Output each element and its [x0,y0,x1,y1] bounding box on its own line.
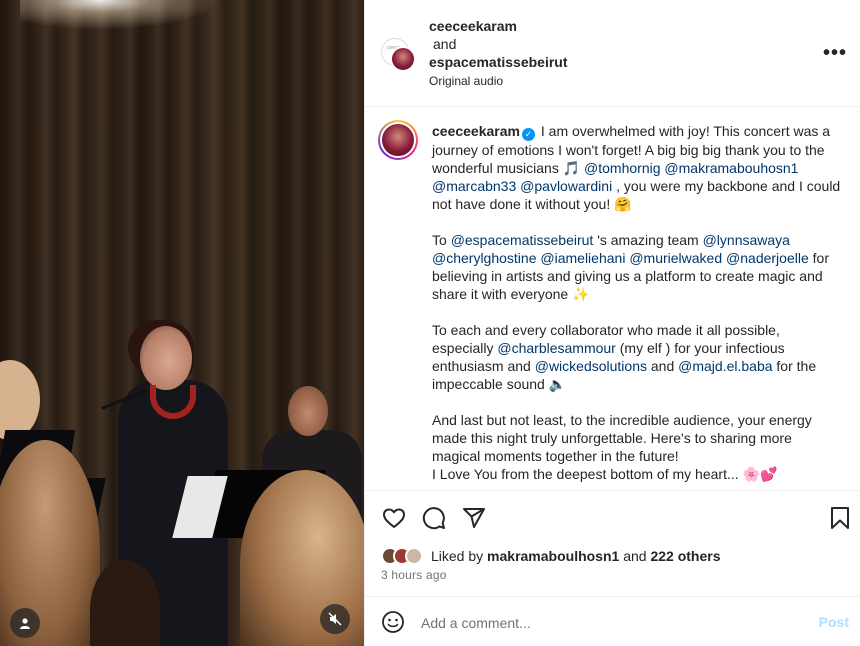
likes-prefix: Liked by [431,548,484,564]
header-usernames: ceeceekaram and espacematissebeirut Orig… [429,17,568,90]
comment-input[interactable] [421,612,781,634]
heart-icon [383,508,405,528]
share-button[interactable] [461,505,487,531]
likes-text: Liked by makramaboulhosn1 and 222 others [431,548,721,564]
tagged-users-button[interactable] [10,608,40,638]
caption-text-segment: To [432,232,451,248]
emoji-button[interactable] [381,610,407,636]
chandelier [20,0,220,30]
mention-link[interactable]: @marcabn33 [432,178,516,194]
header-and: and [433,36,457,52]
save-button[interactable] [827,505,853,531]
post-timestamp[interactable]: 3 hours ago [381,568,447,582]
liker-avatar [405,547,423,565]
caption-paragraph-4: And last but not least, to the incredibl… [432,411,842,483]
header-username-2[interactable]: espacematissebeirut [429,53,568,71]
musician-face [288,386,328,436]
verified-badge-icon: ✓ [521,128,535,141]
post-comment-button[interactable]: Post [819,614,849,630]
more-options-button[interactable]: ••• [823,42,847,65]
caption-avatar[interactable] [378,120,418,160]
caption-paragraph-3: To each and every collaborator who made … [432,321,842,393]
caption-text-segment: And last but not least, to the incredibl… [432,412,812,464]
original-audio-link[interactable]: Original audio [429,72,568,90]
mention-link[interactable]: @lynnsawaya [703,232,790,248]
post-side-panel: ceecee ceeceekaram and espacematissebeir… [364,0,860,646]
comment-bar: Post [365,596,860,646]
caption-text: ceeceekaram ✓ I am overwhelmed with joy! … [432,122,842,490]
comment-button[interactable] [421,505,447,531]
video-player[interactable] [0,0,364,646]
singer-face [140,326,192,390]
share-icon [463,508,485,528]
mention-link[interactable]: @pavlowardini [520,178,612,194]
caption-area: ceeceekaram ✓ I am overwhelmed with joy! … [365,108,860,490]
mention-link[interactable]: @espacematissebeirut [451,232,594,248]
caption-paragraph-2: To @espacematissebeirut 's amazing team … [432,231,842,303]
comment-icon [422,507,445,530]
mute-button[interactable] [320,604,350,634]
caption-paragraph-1: ceeceekaram ✓ I am overwhelmed with joy! … [432,122,842,213]
mention-link[interactable]: @iameliehani [540,250,625,266]
caption-text-segment: I Love You from the deepest bottom of my… [432,466,778,482]
likes-middle: and [623,548,647,564]
caption-username[interactable]: ceeceekaram [432,123,520,139]
caption-text-segment: and [647,358,679,374]
mention-link[interactable]: @majd.el.baba [678,358,772,374]
mention-link[interactable]: @tomhornig [584,160,660,176]
muted-speaker-icon [328,612,342,626]
mention-link[interactable]: @charblesammour [497,340,615,356]
likes-summary: Liked by makramaboulhosn1 and 222 others [381,545,721,567]
more-icon: ••• [822,42,847,64]
mention-link[interactable]: @murielwaked [629,250,722,266]
mention-link[interactable]: @cherylghostine [432,250,537,266]
emoji-icon [382,611,404,633]
collab-avatar-front[interactable] [390,46,416,72]
caption-text-segment: 's amazing team [593,232,703,248]
mention-link[interactable]: @naderjoelle [726,250,809,266]
action-bar: Liked by makramaboulhosn1 and 222 others… [365,490,860,596]
mention-link[interactable]: @makramabouhosn1 [664,160,798,176]
likes-others-link[interactable]: 222 others [650,548,720,564]
likes-user-link[interactable]: makramaboulhosn1 [487,548,619,564]
mention-link[interactable]: @wickedsolutions [535,358,647,374]
like-button[interactable] [381,505,407,531]
header-username-1[interactable]: ceeceekaram [429,17,568,35]
bookmark-icon [831,507,849,529]
user-icon [20,618,30,629]
post-header: ceecee ceeceekaram and espacematissebeir… [365,0,860,107]
